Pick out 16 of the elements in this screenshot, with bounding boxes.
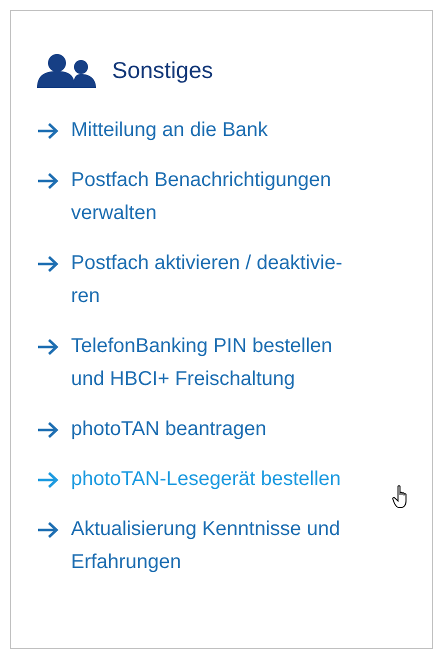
menu-link[interactable]: Aktualisierung Kenntnisse und Erfahrungen (71, 513, 340, 579)
menu-link[interactable]: Mitteilung an die Bank (71, 114, 268, 147)
arrow-icon (37, 338, 59, 356)
arrow-icon (37, 255, 59, 273)
arrow-icon (37, 521, 59, 539)
menu-link[interactable]: photoTAN-Lesegerät bestellen (71, 463, 341, 496)
arrow-icon (37, 471, 59, 489)
arrow-icon (37, 421, 59, 439)
section-title: Sonstiges (112, 57, 214, 84)
arrow-icon (37, 172, 59, 190)
people-icon (37, 53, 96, 88)
menu-link[interactable]: TelefonBanking PIN bestellen und HBCI+ Freischaltung (71, 330, 332, 396)
menu-link[interactable]: Postfach aktivieren / deaktivie- ren (71, 247, 342, 313)
menu-link[interactable]: photoTAN beantragen (71, 413, 266, 446)
arrow-icon (37, 122, 59, 140)
menu-link[interactable]: Postfach Benachrichtigungen verwalten (71, 164, 332, 230)
